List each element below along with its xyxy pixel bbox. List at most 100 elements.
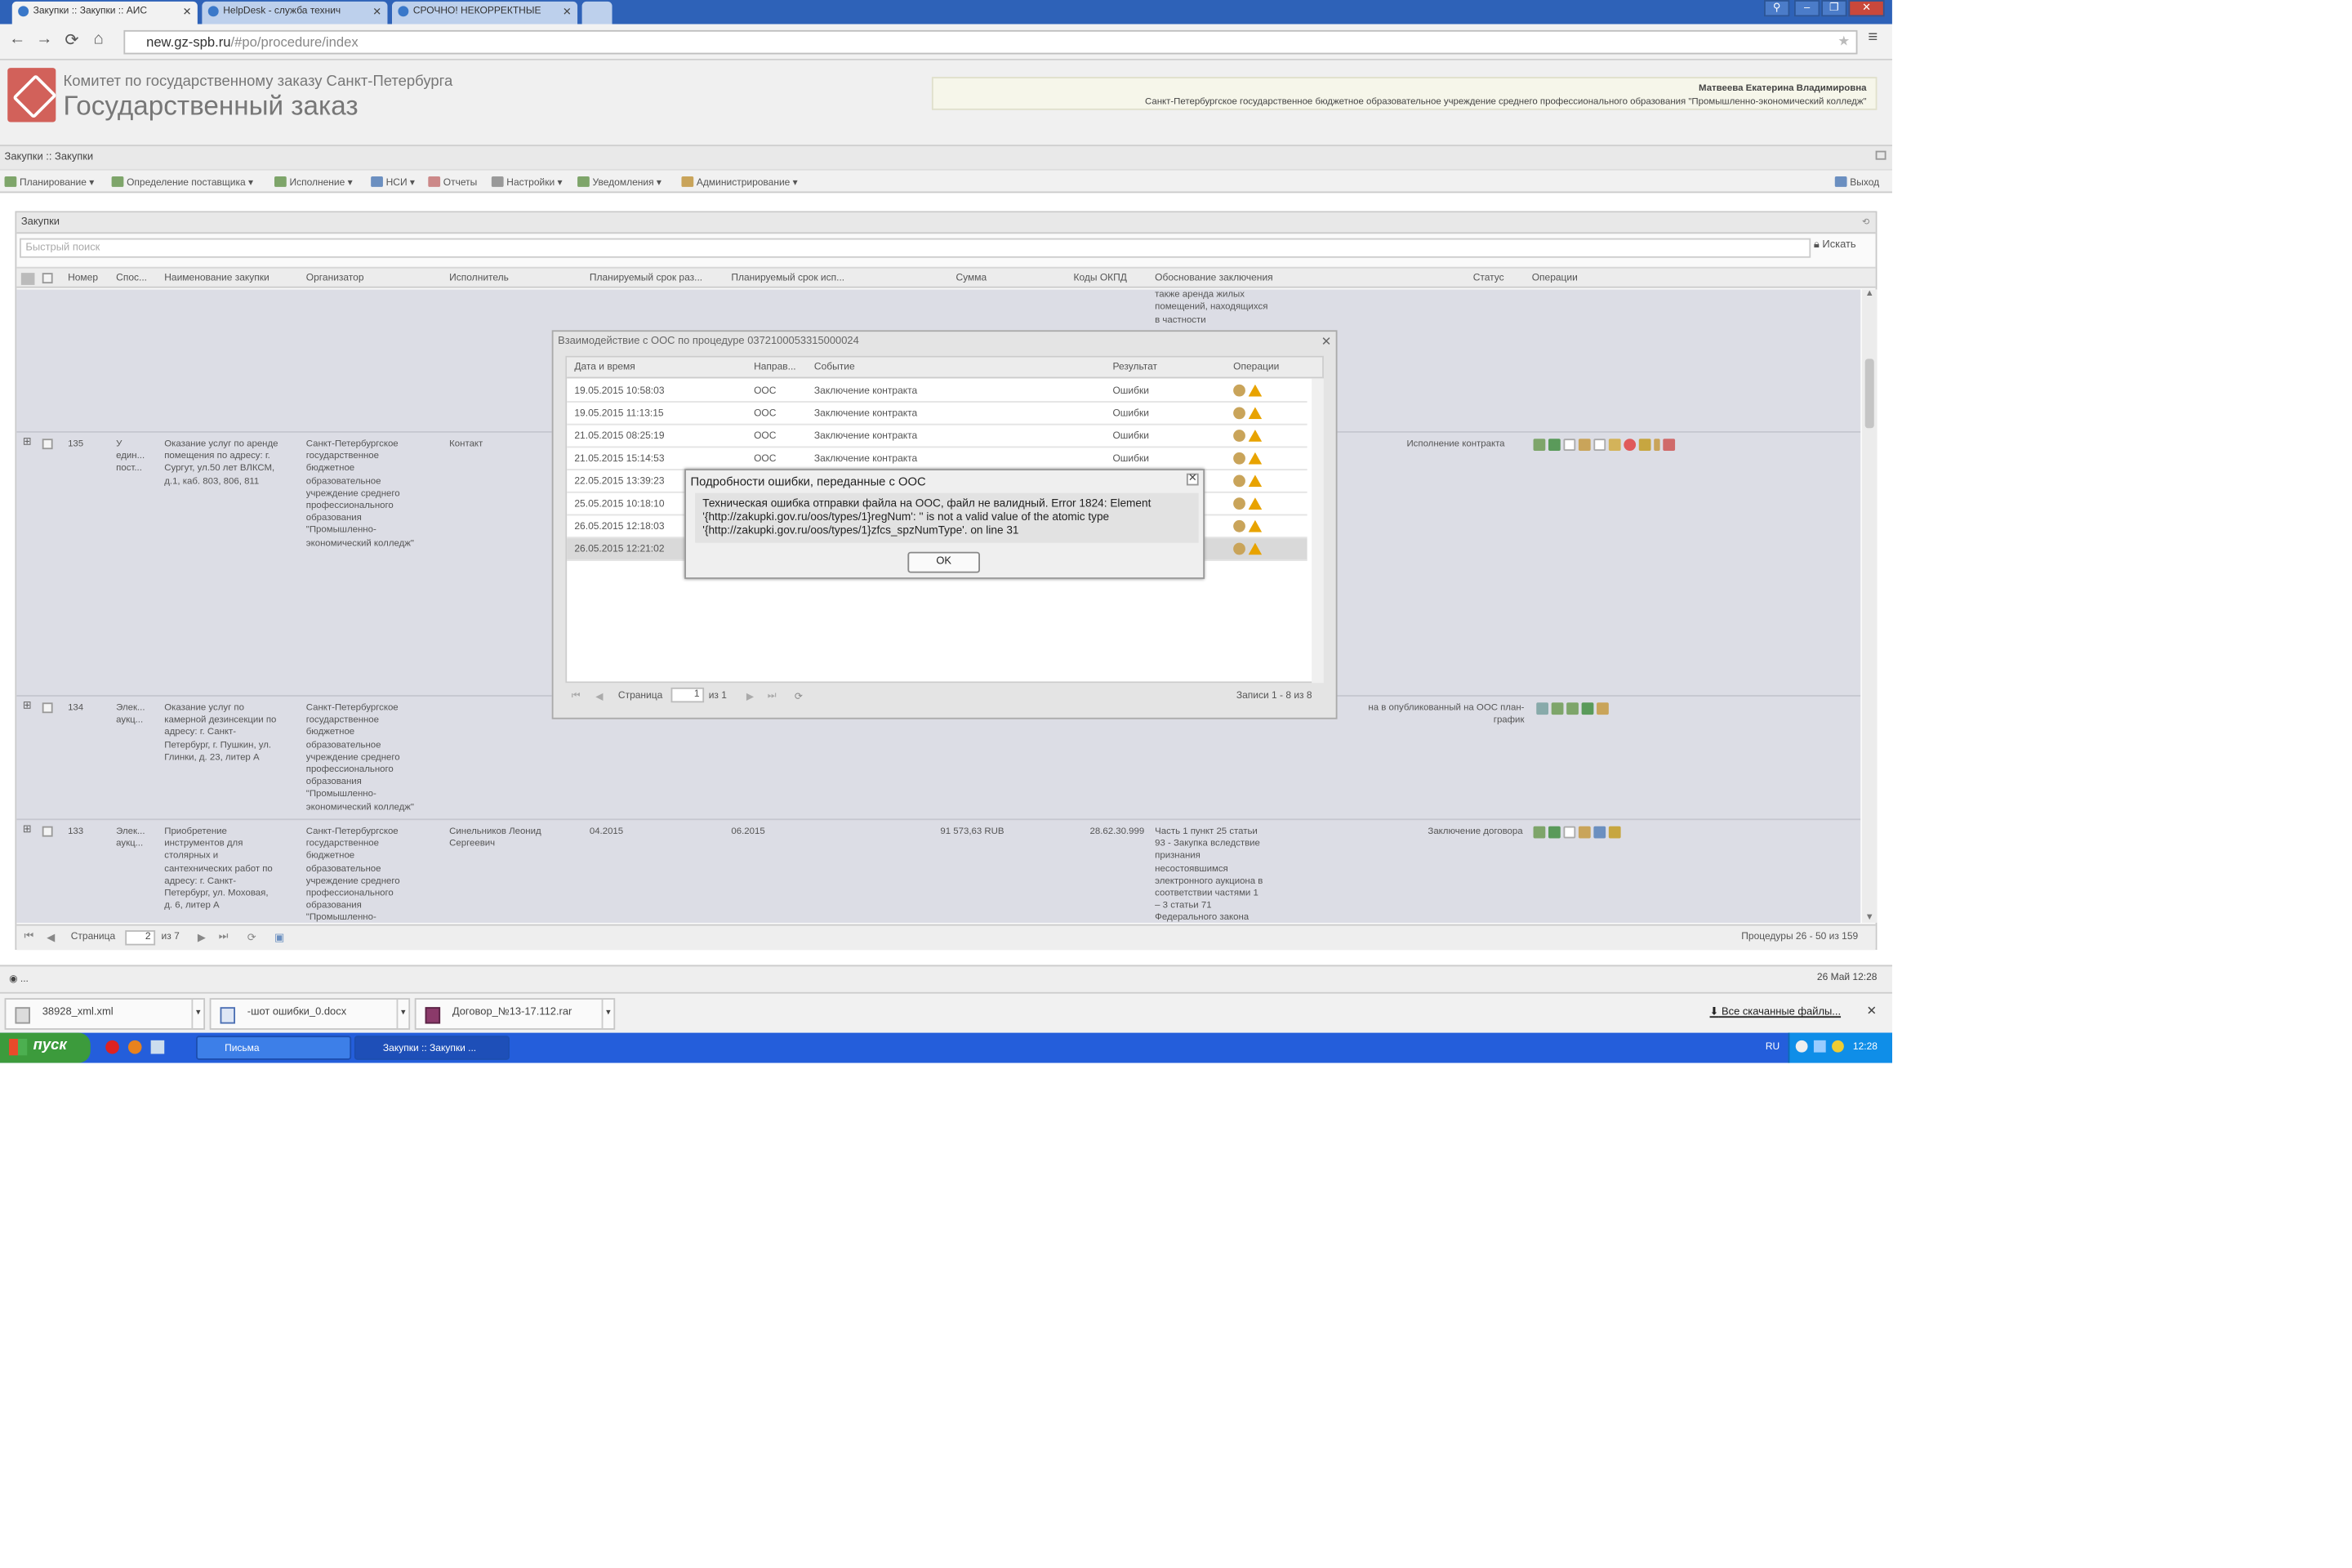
chart-icon[interactable] — [1533, 439, 1546, 451]
bookmark-star-icon[interactable]: ★ — [1838, 33, 1850, 50]
interaction-row[interactable]: 21.05.2015 08:25:19 ООС Заключение контрак… — [567, 425, 1307, 448]
menu-admin[interactable]: Администрирование ▾ — [681, 176, 798, 189]
link-icon[interactable] — [1581, 702, 1594, 715]
refresh-icon[interactable]: ⟳ — [795, 691, 803, 702]
dropdown-icon[interactable]: ▾ — [601, 1000, 614, 1029]
col-planned-execute[interactable]: Планируемый срок исп... — [731, 273, 844, 283]
download-item[interactable]: Договор_№13-17.112.rar ▾ — [414, 998, 616, 1030]
col-organizer[interactable]: Организатор — [306, 273, 364, 283]
expand-row-icon[interactable]: ⊞ — [23, 437, 33, 449]
save-icon[interactable]: ▣ — [274, 932, 284, 944]
close-tab-icon[interactable]: ✕ — [563, 6, 572, 18]
interaction-row[interactable]: 21.05.2015 15:14:53 ООС Заключение контрак… — [567, 448, 1307, 470]
col-sum[interactable]: Сумма — [956, 273, 987, 283]
dropdown-icon[interactable]: ▾ — [191, 1000, 203, 1029]
download-item[interactable]: -шот ошибки_0.docx ▾ — [209, 998, 411, 1030]
users-icon[interactable] — [1663, 439, 1676, 451]
refresh-panel-icon[interactable]: ⟲ — [1862, 217, 1869, 228]
refresh-icon[interactable]: ⟳ — [247, 932, 256, 944]
col-status[interactable]: Статус — [1473, 273, 1504, 283]
prev-page-icon[interactable]: ◀ — [595, 691, 603, 702]
warning-icon[interactable] — [1248, 519, 1263, 532]
col-basis[interactable]: Обоснование заключения — [1155, 273, 1272, 283]
expand-row-icon[interactable]: ⊞ — [23, 825, 33, 837]
first-page-icon[interactable]: ⏮ — [572, 691, 581, 703]
logout-button[interactable]: Выход — [1834, 176, 1879, 189]
interaction-scrollbar[interactable] — [1312, 378, 1324, 684]
hourglass-icon[interactable] — [1608, 826, 1621, 839]
security-icon[interactable] — [1832, 1040, 1844, 1053]
close-tab-icon[interactable]: ✕ — [372, 6, 381, 18]
back-icon[interactable]: ← — [9, 30, 25, 48]
document-icon[interactable] — [1563, 826, 1576, 839]
tray-icon[interactable] — [1795, 1040, 1808, 1053]
opera-icon[interactable] — [105, 1040, 119, 1054]
warning-icon[interactable] — [1248, 474, 1263, 488]
page-input[interactable]: 2 — [125, 930, 156, 946]
menu-execution[interactable]: Исполнение ▾ — [274, 176, 353, 189]
warning-icon[interactable] — [1248, 407, 1263, 420]
close-dialog-icon[interactable]: ✕ — [1186, 473, 1199, 486]
gear-icon[interactable] — [1233, 384, 1245, 397]
gear-icon[interactable] — [1233, 542, 1245, 555]
home-icon[interactable]: ⌂ — [93, 30, 103, 48]
reload-icon[interactable]: ⟳ — [65, 30, 78, 50]
download-item[interactable]: 38928_xml.xml ▾ — [4, 998, 206, 1030]
search-button[interactable]: 🔒︎ Искать — [1814, 240, 1856, 252]
close-window-icon[interactable]: ✕ — [1848, 0, 1885, 17]
col-planned-publish[interactable]: Планируемый срок раз... — [590, 273, 702, 283]
col-method[interactable]: Спос... — [116, 273, 147, 283]
link-icon[interactable] — [1548, 826, 1561, 839]
firefox-icon[interactable] — [127, 1040, 142, 1054]
menu-nsi[interactable]: НСИ ▾ — [371, 176, 415, 189]
start-button[interactable]: пуск — [0, 1032, 91, 1063]
collapse-icon[interactable] — [1875, 150, 1886, 160]
table-row[interactable]: ⊞ 133 Элек... аукц... Приобретение инстр… — [16, 820, 1861, 923]
col-okpd[interactable]: Коды ОКПД — [1073, 273, 1126, 283]
row-checkbox[interactable] — [42, 702, 53, 714]
filter-icon[interactable] — [20, 273, 35, 285]
close-tab-icon[interactable]: ✕ — [183, 6, 192, 18]
pencil-icon[interactable] — [1536, 702, 1548, 715]
pencil-icon[interactable] — [1608, 439, 1621, 451]
browser-tab-helpdesk[interactable]: HelpDesk - служба технич ✕ — [202, 1, 388, 24]
gear-icon[interactable] — [1578, 439, 1591, 451]
page-input[interactable]: 1 — [670, 687, 705, 703]
new-tab-button[interactable] — [581, 1, 612, 24]
row-checkbox[interactable] — [42, 826, 53, 837]
gear-icon[interactable] — [1233, 474, 1245, 488]
ok-button[interactable]: OK — [907, 551, 980, 573]
last-page-icon[interactable]: ⏭ — [219, 932, 229, 944]
menu-settings[interactable]: Настройки ▾ — [491, 176, 563, 189]
page-icon[interactable] — [1593, 439, 1606, 451]
chart-icon[interactable] — [1566, 702, 1579, 715]
gear-icon[interactable] — [1578, 826, 1591, 839]
address-bar[interactable]: new.gz-spb.ru/#po/procedure/index ★ — [123, 29, 1858, 55]
menu-supplier[interactable]: Определение поставщика ▾ — [111, 176, 253, 189]
col-executor[interactable]: Исполнитель — [449, 273, 509, 283]
gear-icon[interactable] — [1233, 407, 1245, 420]
menu-icon[interactable]: ≡ — [1868, 29, 1878, 47]
minimize-icon[interactable]: – — [1793, 0, 1820, 17]
col-name[interactable]: Наименование закупки — [164, 273, 270, 283]
tag-icon[interactable] — [1654, 439, 1660, 451]
hourglass-icon[interactable] — [1638, 439, 1651, 451]
col-operations[interactable]: Операции — [1532, 273, 1578, 283]
next-page-icon[interactable]: ▶ — [198, 932, 206, 944]
user-icon[interactable]: ⚲ — [1764, 0, 1790, 17]
select-all-checkbox[interactable] — [42, 273, 53, 284]
gear-icon[interactable] — [1233, 430, 1245, 442]
warning-icon[interactable] — [1248, 452, 1263, 465]
check-icon[interactable] — [1551, 702, 1564, 715]
scroll-up-icon[interactable]: ▲ — [1865, 289, 1874, 298]
menu-planning[interactable]: Планирование ▾ — [4, 176, 95, 189]
page-icon[interactable] — [1593, 826, 1606, 839]
interaction-row[interactable]: 19.05.2015 10:58:03 ООС Заключение контрак… — [567, 380, 1307, 403]
last-page-icon[interactable]: ⏭ — [768, 691, 777, 703]
taskbar-window-browser[interactable]: Закупки :: Закупки ... — [354, 1036, 510, 1060]
restore-icon[interactable]: ❐ — [1821, 0, 1847, 17]
warning-icon[interactable] — [1248, 384, 1263, 397]
first-page-icon[interactable]: ⏮ — [24, 932, 34, 944]
desktop-icon[interactable] — [150, 1040, 165, 1054]
warning-icon[interactable] — [1248, 430, 1263, 442]
